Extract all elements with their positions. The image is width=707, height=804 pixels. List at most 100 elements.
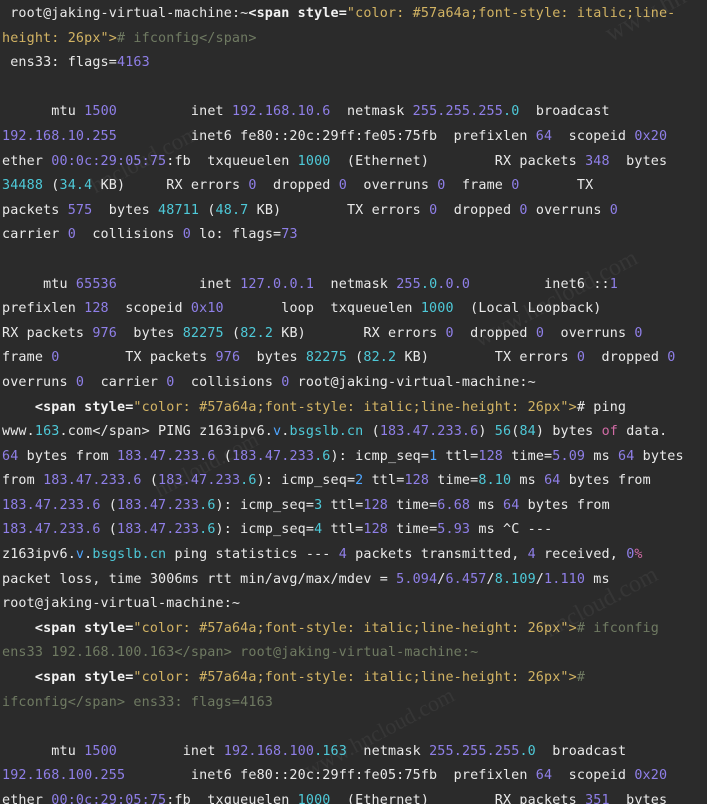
terminal-token-cy: .163 [314,743,347,759]
terminal-token-num: 0 [437,178,446,194]
terminal-token-w: z163ipv6. [2,547,76,563]
terminal-output: root@jaking-virtual-machine:~ <span style… [0,2,707,804]
terminal-token-w: ping statistics --- [166,547,339,563]
terminal-token-w: ( [141,473,159,489]
terminal-token-dim: # ifconfig [576,620,659,636]
terminal-token-w: packets transmitted, [346,547,528,563]
terminal-token-w: dropped [585,350,668,366]
terminal-token-w: overruns [544,325,635,341]
terminal-token-num: 255 [396,276,421,292]
terminal-token-w: dropped [256,178,339,194]
terminal-token-cy: 84 [519,424,536,440]
terminal-token-w: ttl= [363,473,405,489]
terminal-token-w: collisions [75,227,183,243]
terminal-token-num: 1 [609,276,618,292]
terminal-token-w: loop txqueuelen [223,301,421,317]
terminal-token-num: .0.0 [437,276,471,292]
terminal-token-w: .com</span> PING z163ipv6. [59,424,274,440]
terminal-token-w: bytes [240,350,306,366]
terminal-token-cy: 82275 [305,350,347,366]
terminal-token-cy: 8.10 [478,473,512,489]
terminal-token-pk: of [601,424,619,440]
terminal-token-cy: .6 [199,497,216,513]
terminal-token-w: ): icmp_seq= [330,448,430,464]
terminal-token-num: 0 [519,202,528,218]
terminal-token-w: inet6 :: [470,276,610,292]
terminal-token-num: 192.168.100.255 [2,768,126,784]
terminal-line: carrier 0 collisions 0 lo: flags=73 [0,223,707,248]
terminal-token-num: 128 [404,473,430,489]
terminal-line: z163ipv6.v.bsgslb.cn ping statistics ---… [0,543,707,568]
terminal-token-w: (Ethernet) RX packets [330,793,586,804]
terminal-token-w: time= [503,448,553,464]
terminal-token-w: lo: flags= [190,227,282,243]
terminal-token-cy: 34.4 [59,178,93,194]
terminal-token-num: 0x10 [190,301,224,317]
terminal-token-num: 976 [215,350,241,366]
terminal-token-w: (Ethernet) RX packets [330,153,586,169]
terminal-line: packet loss, time 3006ms rtt min/avg/max… [0,568,707,593]
terminal-token-num: 4163 [116,55,150,71]
terminal-token-num: 6.457 [445,571,487,587]
terminal-token-num: 1500 [84,104,117,120]
terminal-token-num: 192.168.100 [223,743,315,759]
terminal-token-num: 183.47.233.6 [43,473,142,489]
terminal-line: 64 bytes from 183.47.233.6 (183.47.233.6… [0,445,707,470]
terminal-token-w: RX packets [2,325,93,341]
terminal-line: ether 00:0c:29:05:75:fb txqueuelen 1000 … [0,150,707,175]
terminal-token-cy: 48711 [158,202,200,218]
terminal-token-num: 128 [478,448,503,464]
terminal-token-w: ( [100,522,117,538]
terminal-token-w: / [535,571,545,587]
terminal-token-cy: 1000 [420,301,454,317]
terminal-token-num: 0 [248,178,257,194]
terminal-token-w: ether [2,793,52,804]
terminal-token-num: 128 [363,497,389,513]
terminal-line: root@jaking-virtual-machine:~ [0,592,707,617]
terminal-line: from 183.47.233.6 (183.47.233.6): icmp_s… [0,469,707,494]
terminal-token-num: 183.47.233 [158,473,241,489]
terminal-token-tag: <span style= [34,399,134,415]
terminal-token-cy: 56 [494,424,512,440]
terminal-token-num: 183.47.233.6 [379,424,479,440]
terminal-token-num: 64 [544,473,561,489]
terminal-line: frame 0 TX packets 976 bytes 82275 (82.2… [0,346,707,371]
terminal-token-num: 183.47.233.6 [116,448,216,464]
terminal-token-w: ) bytes [535,424,602,440]
terminal-token-cy: .6 [314,448,331,464]
terminal-token-w: packets [2,202,68,218]
terminal-token-num: 5.09 [552,448,586,464]
terminal-token-cy: 82.2 [363,350,397,366]
terminal-window[interactable]: www.hncloud.com hncloud.com www.hncloud.… [0,0,707,804]
terminal-token-num: 0 [576,350,586,366]
terminal-token-w: root@jaking-virtual-machine:~ [2,596,241,612]
terminal-token-w: inet6 fe80::20c:29ff:fe05:75fb prefixlen [125,768,536,784]
terminal-line: ether 00:0c:29:05:75:fb txqueuelen 1000 … [0,789,707,804]
terminal-token-w: TX [519,178,594,194]
terminal-token-w [2,400,35,415]
terminal-token-w: broadcast [535,743,627,759]
terminal-token-num: 192.168.10.255 [2,128,117,144]
terminal-token-w: prefixlen [2,301,85,317]
terminal-token-w: bytes from [560,473,651,489]
terminal-token-w: mtu [2,104,85,120]
terminal-line: mtu 1500 inet 192.168.10.6 netmask 255.2… [0,100,707,125]
terminal-line: 183.47.233.6 (183.47.233.6): icmp_seq=4 … [0,518,707,543]
terminal-token-w: bytes from [519,497,610,513]
terminal-token-w: frame [445,178,512,194]
terminal-token-dim: ens33 192.168.100.163</span> root@jaking… [2,645,479,661]
terminal-token-cy: 163 [34,424,60,440]
terminal-token-num: 00:0c:29:05:75 [51,153,167,169]
terminal-line: height: 26px"># ifconfig</span> [0,27,707,52]
terminal-token-att: "color: #57a64a;font-style: italic;line-… [133,399,577,415]
terminal-token-w: collisions [174,374,282,390]
terminal-token-num: 127.0.0.1 [240,276,315,292]
terminal-token-w: inet [117,743,224,759]
terminal-token-cy: 1000 [297,153,331,169]
terminal-token-w: ms [511,473,545,489]
terminal-token-w: inet6 fe80::20c:29ff:fe05:75fb prefixlen [116,128,536,144]
terminal-token-cy: .0 [519,743,536,759]
terminal-line: 34488 (34.4 KB) RX errors 0 dropped 0 ov… [0,174,707,199]
